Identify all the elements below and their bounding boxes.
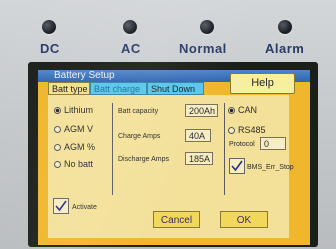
radio-unselected-icon [54, 161, 61, 169]
radio-lithium[interactable]: Lithium [54, 105, 93, 115]
help-button[interactable]: Help [230, 73, 295, 94]
radio-can-label: CAN [238, 105, 258, 115]
divider-right [224, 103, 225, 195]
normal-indicator-label: Normal [179, 41, 227, 56]
checkmark-icon [55, 200, 67, 212]
tab-batt-type[interactable]: Batt type [48, 82, 90, 95]
radio-unselected-icon [228, 127, 235, 135]
radio-agm-v-label: AGM V [64, 124, 94, 134]
radio-selected-icon [54, 107, 61, 115]
bms-err-stop-label: BMS_Err_Stop [247, 164, 294, 171]
charge-amps-label: Charge Amps [118, 133, 161, 140]
checkmark-icon [231, 160, 243, 172]
dc-indicator-light [42, 20, 56, 34]
window-title: Battery Setup [54, 70, 115, 81]
discharge-amps-input[interactable]: 185A [185, 152, 213, 165]
ac-indicator-light [123, 20, 137, 34]
radio-selected-icon [228, 107, 235, 115]
ok-button[interactable]: OK [220, 211, 268, 228]
radio-agm-v[interactable]: AGM V [54, 124, 93, 134]
radio-agm-percent-label: AGM % [64, 142, 96, 152]
tab-shut-down[interactable]: Shut Down [147, 82, 204, 95]
battery-setup-screen: Battery Setup Help Batt type Batt charge… [38, 70, 310, 245]
activate-label: Activate [72, 204, 97, 211]
radio-unselected-icon [54, 144, 61, 152]
radio-agm-percent[interactable]: AGM % [54, 142, 95, 152]
batt-type-panel: Lithium AGM V AGM % No batt Activate Bat… [48, 95, 294, 238]
radio-rs485[interactable]: RS485 [228, 125, 266, 135]
inverter-panel: DC AC Normal Alarm Battery Setup Help Ba… [0, 0, 336, 249]
discharge-amps-label: Discharge Amps [118, 156, 169, 163]
batt-capacity-label: Batt capacity [118, 108, 159, 115]
dc-indicator-label: DC [40, 41, 60, 56]
activate-checkbox[interactable] [53, 198, 69, 214]
radio-can[interactable]: CAN [228, 105, 257, 115]
protocol-input[interactable]: 0 [260, 137, 286, 150]
radio-no-batt[interactable]: No batt [54, 159, 93, 169]
protocol-label: Protocol [229, 141, 255, 148]
bms-err-stop-checkbox[interactable] [229, 158, 245, 174]
radio-no-batt-label: No batt [64, 159, 94, 169]
radio-rs485-label: RS485 [238, 125, 266, 135]
radio-unselected-icon [54, 126, 61, 134]
normal-indicator-light [200, 20, 214, 34]
alarm-indicator-light [278, 20, 292, 34]
alarm-indicator-label: Alarm [265, 41, 305, 56]
radio-lithium-label: Lithium [64, 105, 94, 115]
ac-indicator-label: AC [121, 41, 141, 56]
tab-batt-charge[interactable]: Batt charge [90, 82, 147, 95]
charge-amps-input[interactable]: 40A [185, 129, 211, 142]
cancel-button[interactable]: Cancel [153, 211, 200, 228]
divider-left [112, 103, 113, 195]
batt-capacity-input[interactable]: 200Ah [185, 104, 218, 117]
